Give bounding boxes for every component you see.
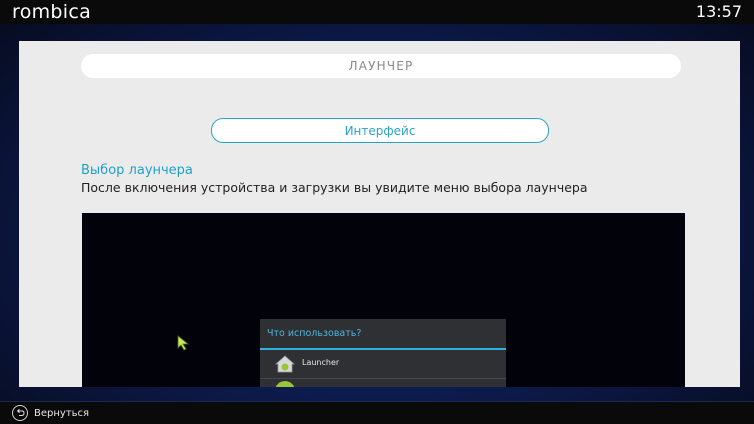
page-title: ЛАУНЧЕР	[81, 54, 681, 78]
mouse-cursor-icon	[177, 335, 190, 351]
clock: 13:57	[695, 2, 742, 21]
dialog-separator	[260, 378, 506, 379]
launcher-chooser-dialog: Что использовать? Launcher	[260, 319, 506, 387]
dialog-item-launcher: Launcher	[260, 350, 506, 378]
status-bar: rombica 13:57	[0, 0, 754, 24]
content-panel: ЛАУНЧЕР Интерфейс Выбор лаунчера После в…	[19, 41, 740, 387]
bottom-bar: Вернуться	[0, 401, 754, 424]
android-home-icon	[275, 355, 295, 373]
android-app-icon	[275, 381, 295, 387]
dialog-item-label: Launcher	[302, 358, 340, 367]
section-description: После включения устройства и загрузки вы…	[81, 180, 588, 195]
back-button[interactable]: Вернуться	[34, 402, 89, 424]
brand-logo: rombica	[12, 1, 92, 23]
back-arrow-icon[interactable]	[12, 405, 28, 421]
dialog-title: Что использовать?	[267, 328, 362, 339]
section-heading: Выбор лаунчера	[81, 163, 193, 178]
launcher-screenshot: Что использовать? Launcher	[82, 213, 685, 387]
interface-tab-button[interactable]: Интерфейс	[211, 118, 549, 143]
